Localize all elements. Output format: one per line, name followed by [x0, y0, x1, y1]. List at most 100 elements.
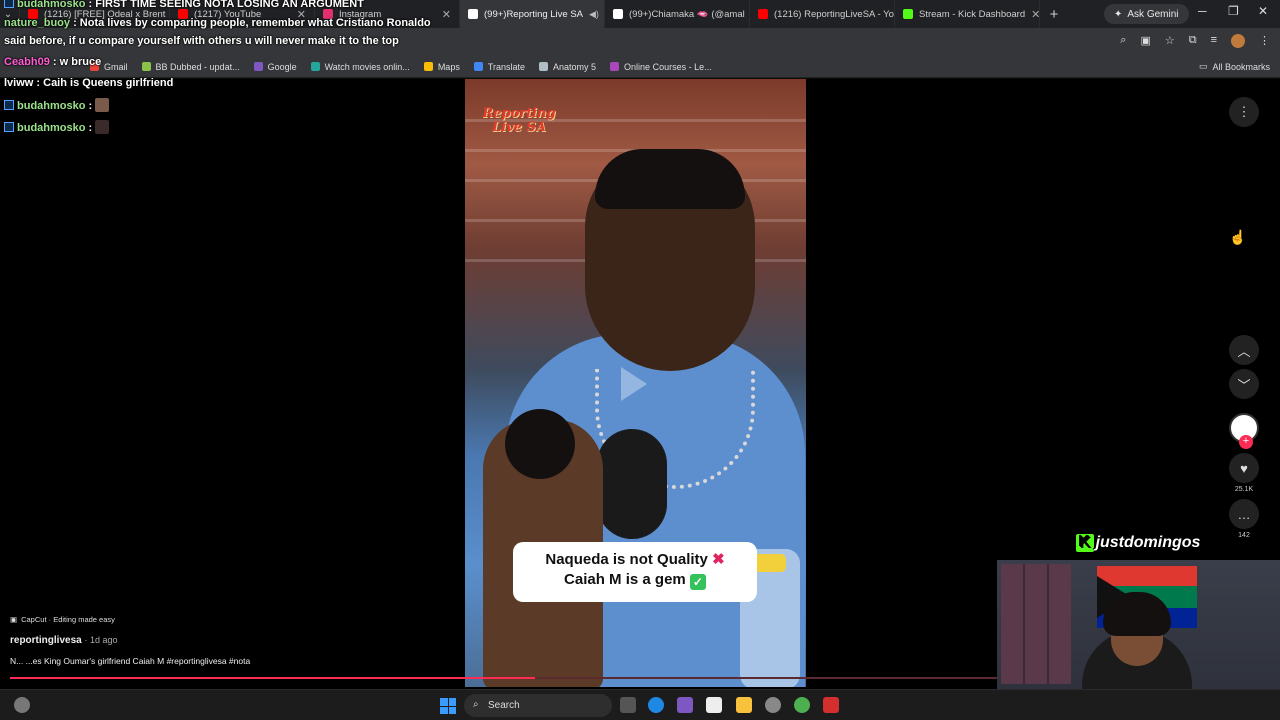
bookmark-icon [310, 62, 320, 71]
kick-icon [903, 9, 913, 19]
store-icon[interactable] [706, 697, 722, 713]
chat-username: lviww [4, 77, 34, 89]
bookmark-label: Translate [487, 61, 526, 72]
bookmark-label: BB Dubbed - updat... [155, 61, 240, 72]
bookmark-translate[interactable]: Translate [473, 61, 526, 72]
restore-button[interactable]: ❐ [1228, 4, 1239, 18]
tab-kick-dashboard[interactable]: Stream - Kick Dashboard ✕ [895, 0, 1040, 28]
copilot-icon[interactable] [677, 697, 693, 713]
tab-title: (99+)Reporting Live SA [484, 8, 584, 20]
extension-icon[interactable]: ▣ [1140, 34, 1150, 48]
chat-message: Ceabh09 : w bruce [4, 56, 102, 68]
bookmark-google[interactable]: Google [253, 61, 297, 72]
author-row[interactable]: reportinglivesa · 1d ago [10, 635, 118, 646]
ask-gemini-button[interactable]: ✦ Ask Gemini [1104, 4, 1189, 24]
bookmark-label: Google [267, 61, 297, 72]
bookmark-anatomy[interactable]: Anatomy 5 [539, 62, 596, 72]
streamer-handle: justdomingos [1095, 534, 1201, 551]
bookmark-label: Anatomy 5 [553, 61, 597, 72]
subscriber-badge-icon [4, 122, 14, 132]
bookmark-maps[interactable]: Maps [423, 61, 460, 72]
bookmark-icon [610, 62, 620, 71]
omnibar-actions: ⌕ ▣ ☆ ⧉ ≡ ⋮ [1120, 34, 1270, 48]
more-options-button[interactable]: ⋮ [1228, 97, 1260, 127]
new-tab-button[interactable]: + [1040, 6, 1068, 23]
creator-profile-button[interactable]: + [1228, 413, 1260, 449]
like-count: 25.1K [1234, 486, 1254, 493]
close-tab-icon[interactable]: ✕ [442, 8, 451, 21]
author-name[interactable]: reportinglivesa [10, 635, 82, 646]
bookmark-icon [539, 62, 549, 71]
bookmark-online-courses[interactable]: Online Courses - Le... [610, 62, 712, 72]
next-video-button[interactable]: ﹀ [1228, 369, 1260, 399]
zoom-icon[interactable]: ⌕ [1120, 34, 1126, 48]
weather-widget-icon[interactable] [14, 697, 30, 713]
mcafee-icon[interactable] [823, 697, 839, 713]
profile-avatar[interactable] [1231, 34, 1245, 48]
hand-cursor-icon: ☝ [1229, 229, 1247, 245]
chat-username: budahmosko [17, 122, 86, 134]
comment-button[interactable]: … 142 [1228, 499, 1260, 539]
bookmark-label: Watch movies onlin... [324, 61, 410, 72]
cross-mark-icon: ✖ [712, 551, 725, 568]
more-vertical-icon: ⋮ [1229, 97, 1259, 127]
video-player[interactable]: Reporting Live SA Naqueda is not Quality… [465, 79, 806, 687]
chat-message: lviww : Caih is Queens girlfriend [4, 77, 174, 89]
video-progress-bar[interactable] [10, 677, 1000, 679]
close-window-button[interactable]: ✕ [1258, 4, 1268, 18]
settings-gear-icon[interactable] [765, 697, 781, 713]
close-tab-icon[interactable]: ✕ [1031, 8, 1039, 21]
bookmark-watch-movies[interactable]: Watch movies onlin... [310, 61, 410, 72]
chat-text: Nota lives by comparing people, remember… [79, 17, 431, 29]
translate-icon [473, 62, 483, 71]
chat-message: budahmosko : FIRST TIME SEEING NOTA LOSI… [4, 0, 364, 10]
chat-username: nature_buoy [4, 17, 71, 29]
subscriber-badge-icon [4, 0, 14, 8]
man-hair [595, 149, 745, 209]
start-button[interactable] [440, 698, 456, 714]
capcut-label: CapCut · Editing made easy [21, 615, 115, 624]
play-icon[interactable] [621, 367, 647, 401]
tab-title: Stream - Kick Dashboard [919, 8, 1026, 20]
kick-logo-icon: K [1076, 534, 1094, 552]
taskbar-search-box[interactable]: ⌕ Search [464, 694, 612, 717]
edge-icon[interactable] [648, 697, 664, 713]
chat-username: Ceabh09 [4, 56, 50, 68]
previous-video-button[interactable]: ︿ [1228, 335, 1260, 365]
minimize-button[interactable]: ─ [1198, 4, 1207, 18]
task-view-icon[interactable] [620, 697, 636, 713]
wall-posters [1001, 564, 1071, 684]
chrome-icon[interactable] [794, 697, 810, 713]
windows-taskbar: ⌕ Search [0, 689, 1280, 720]
all-bookmarks-button[interactable]: ▭ All Bookmarks [1199, 61, 1270, 72]
menu-icon[interactable]: ⋮ [1259, 34, 1270, 48]
like-button[interactable]: ♥ 25.1K [1228, 453, 1260, 493]
tab-chiamaka[interactable]: (99+)Chiamaka 🫦 (@amal ✕ [605, 0, 750, 28]
emote-icon [95, 120, 110, 134]
chat-username: budahmosko [17, 100, 86, 112]
channel-watermark: Reporting Live SA [482, 106, 556, 136]
speaker-icon[interactable]: ◀) [589, 9, 599, 20]
follow-plus-icon[interactable]: + [1239, 435, 1253, 449]
bookmark-star-icon[interactable]: ☆ [1165, 34, 1175, 48]
tab-reportinglivesa-youtube[interactable]: (1216) ReportingLiveSA - Yo ✕ [750, 0, 895, 28]
media-controls-icon[interactable]: ≡ [1211, 34, 1217, 48]
comment-count: 142 [1238, 532, 1250, 539]
capcut-link[interactable]: ▣ CapCut · Editing made easy [10, 615, 115, 624]
search-placeholder: Search [488, 700, 520, 711]
extensions-puzzle-icon[interactable]: ⧉ [1189, 34, 1197, 48]
search-icon: ⌕ [473, 699, 479, 710]
bookmark-label: Maps [437, 61, 460, 72]
bookmark-bb-dubbed[interactable]: BB Dubbed - updat... [141, 61, 240, 72]
sparkle-icon: ✦ [1114, 8, 1123, 20]
tab-reporting-live-sa[interactable]: (99+)Reporting Live SA ◀) ✕ [460, 0, 605, 28]
file-explorer-icon[interactable] [736, 697, 752, 713]
bookmark-icon [141, 62, 151, 71]
capcut-icon: ▣ [10, 615, 18, 624]
caption-line-1: Naqueda is not Quality [545, 551, 708, 568]
chat-text: said before, if u compare yourself with … [4, 35, 399, 47]
chat-message: budahmosko : [4, 120, 110, 134]
heart-icon: ♥ [1229, 453, 1259, 483]
check-mark-icon: ✓ [689, 574, 706, 590]
microphone [597, 429, 667, 539]
